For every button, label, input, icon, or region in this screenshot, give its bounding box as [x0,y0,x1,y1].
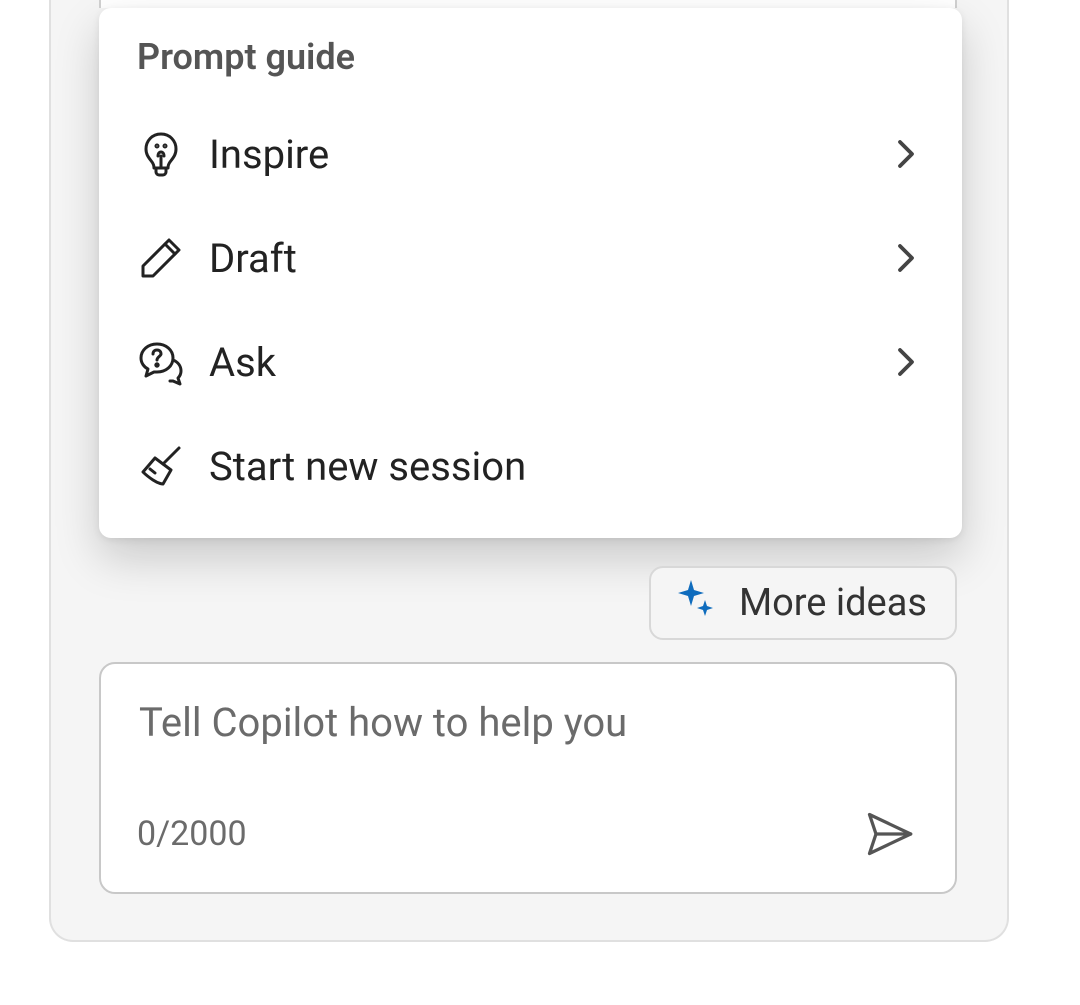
copilot-input-box[interactable]: 0/2000 [99,662,957,894]
menu-item-draft[interactable]: Draft [99,206,962,310]
char-counter: 0/2000 [137,814,247,854]
broom-icon [137,438,193,494]
menu-item-label: Ask [193,339,888,386]
menu-item-inspire[interactable]: Inspire [99,102,962,206]
menu-item-label: Draft [193,235,888,282]
chevron-right-icon [888,136,924,172]
menu-item-ask[interactable]: Ask [99,310,962,414]
popup-title: Prompt guide [99,36,962,102]
lightbulb-icon [137,126,193,182]
pencil-icon [137,230,193,286]
more-ideas-label: More ideas [739,581,927,625]
more-ideas-row: More ideas [649,566,957,640]
chat-question-icon [137,334,193,390]
menu-item-label: Start new session [193,443,924,490]
send-icon [863,808,915,860]
more-ideas-button[interactable]: More ideas [649,566,957,640]
content-strip-background [99,0,957,8]
send-button[interactable] [859,804,919,864]
menu-item-start-new-session[interactable]: Start new session [99,414,962,518]
copilot-input-field[interactable] [137,698,919,747]
chevron-right-icon [888,240,924,276]
prompt-guide-popup: Prompt guide Inspire [99,8,962,538]
input-bottom-row: 0/2000 [137,804,919,864]
sparkle-icon [675,578,715,628]
chevron-right-icon [888,344,924,380]
menu-item-label: Inspire [193,131,888,178]
copilot-panel: Prompt guide Inspire [49,0,1009,942]
